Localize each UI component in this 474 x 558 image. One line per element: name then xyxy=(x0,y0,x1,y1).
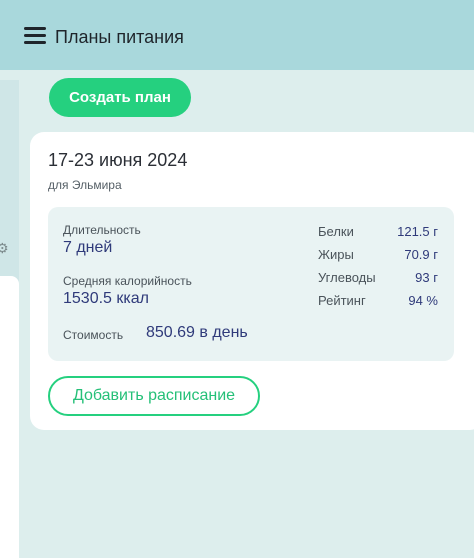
rating-label: Рейтинг xyxy=(318,293,366,308)
duration-label: Длительность xyxy=(63,223,141,237)
plan-stats: Длительность 7 дней Средняя калорийность… xyxy=(48,207,454,361)
add-schedule-button[interactable]: Добавить расписание xyxy=(48,376,260,416)
fat-value: 70.9 г xyxy=(404,247,438,262)
gear-icon[interactable]: ⚙ xyxy=(0,240,9,257)
create-plan-button[interactable]: Создать план xyxy=(49,78,191,117)
page-title: Планы питания xyxy=(55,27,184,47)
protein-label: Белки xyxy=(318,224,354,239)
carbs-value: 93 г xyxy=(415,270,438,285)
meal-plan-card[interactable]: 17-23 июня 2024 для Эльмира Длительность… xyxy=(30,132,474,430)
cost-value: 850.69 в день xyxy=(146,324,248,341)
calories-label: Средняя калорийность xyxy=(63,274,192,288)
cost-label: Стоимость xyxy=(63,328,124,342)
plan-dates: 17-23 июня 2024 xyxy=(48,150,188,170)
protein-value: 121.5 г xyxy=(397,224,438,239)
calories-value: 1530.5 ккал xyxy=(63,290,149,307)
top-bar: Планы питания xyxy=(0,0,474,70)
plan-person: для Эльмира xyxy=(48,178,122,192)
carbs-label: Углеводы xyxy=(318,270,376,285)
duration-value: 7 дней xyxy=(63,239,113,256)
side-panel: ⚙ xyxy=(0,80,19,558)
fat-label: Жиры xyxy=(318,247,354,262)
hamburger-menu-icon[interactable] xyxy=(24,27,46,45)
side-panel-card xyxy=(0,276,19,558)
rating-value: 94 % xyxy=(408,293,438,308)
